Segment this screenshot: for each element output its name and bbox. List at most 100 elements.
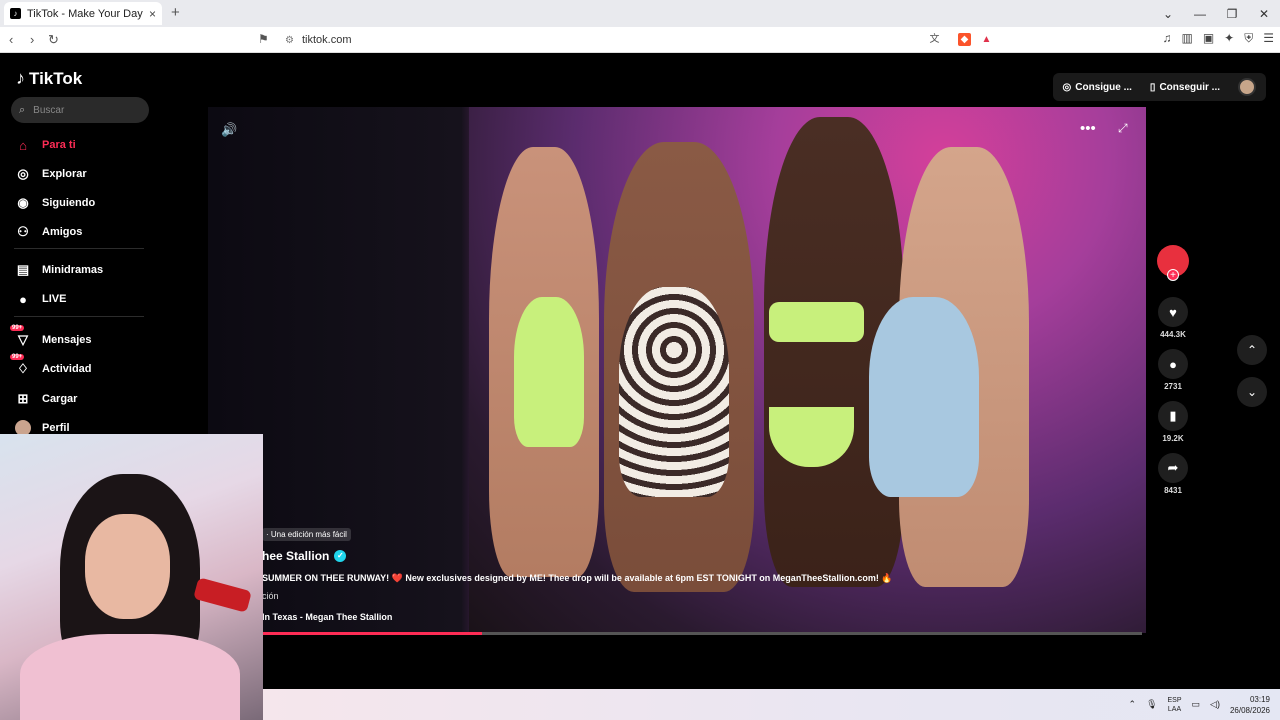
share-action[interactable]: ➦ 8431	[1158, 453, 1188, 495]
tiktok-note-icon: ♪	[16, 68, 25, 88]
sidebar-item-amigos[interactable]: ⚇ Amigos	[14, 222, 82, 242]
get-coins-label: Consigue ...	[1075, 81, 1132, 93]
get-app-label: Conseguir ...	[1159, 81, 1220, 93]
top-right-actions: ◎ Consigue ... ▯ Conseguir ...	[1052, 73, 1266, 101]
sidebar-item-label: Siguiendo	[42, 197, 96, 209]
tab-search-icon[interactable]: ⌄	[1152, 7, 1184, 21]
tiktok-favicon-icon: ♪	[10, 8, 21, 19]
clock-time: 03:19	[1249, 694, 1270, 704]
brave-shield-icon[interactable]: ◆	[958, 33, 971, 46]
follow-button[interactable]: +	[1167, 269, 1179, 281]
browser-tab-bar: ♪ TikTok - Make Your Day × + ⌄ — ❐ ✕	[0, 0, 1280, 27]
swimsuit-spiral	[619, 287, 729, 497]
chevron-up-icon: ⌃	[1246, 343, 1258, 357]
volume-icon[interactable]: 🔊	[221, 122, 237, 138]
video-frame[interactable]	[469, 107, 1146, 633]
reload-icon[interactable]: ↻	[48, 32, 59, 48]
sidebar-item-live[interactable]: ● LIVE	[14, 289, 66, 309]
edit-tag[interactable]: · Una edición más fácil	[262, 528, 351, 541]
url-field[interactable]: ⚙ tiktok.com	[285, 31, 1000, 49]
see-more-link[interactable]: ción	[262, 591, 279, 601]
tiktok-logo[interactable]: ♪ TikTok	[16, 68, 82, 89]
back-icon[interactable]: ‹	[9, 32, 13, 47]
get-coins-button[interactable]: ◎ Consigue ...	[1063, 82, 1132, 93]
wallet-icon[interactable]: ▣	[1203, 31, 1214, 46]
video-author[interactable]: hee Stallion ✓	[262, 549, 347, 563]
menu-icon[interactable]: ☰	[1263, 31, 1274, 46]
minimize-button[interactable]: —	[1184, 7, 1216, 21]
video-progress-fill	[262, 632, 482, 635]
share-icon[interactable]: ➦	[1158, 453, 1188, 483]
fullscreen-icon[interactable]: ⤢	[1118, 121, 1128, 136]
brave-rewards-icon[interactable]: ▲	[980, 33, 993, 46]
search-placeholder: Buscar	[33, 104, 65, 116]
sidebar-item-label: Amigos	[42, 226, 83, 238]
comment-icon[interactable]: ●	[1158, 349, 1188, 379]
like-action[interactable]: ♥ 444.3K	[1158, 297, 1188, 339]
site-info-icon[interactable]: ⚙	[285, 35, 294, 46]
tray-chevron-icon[interactable]: ⌃	[1129, 699, 1137, 710]
like-count: 444.3K	[1160, 330, 1186, 339]
bookmark-icon[interactable]: ⚑	[258, 32, 269, 46]
new-tab-button[interactable]: +	[171, 4, 180, 21]
network-icon[interactable]: ▭	[1192, 699, 1201, 710]
translate-icon[interactable]: 文	[928, 33, 941, 46]
get-app-button[interactable]: ▯ Conseguir ...	[1150, 82, 1220, 93]
browser-toolbar: ♫ ▥ ▣ ✦ ⛨ ☰	[1162, 31, 1274, 46]
lang-top: ESP	[1167, 696, 1182, 704]
sidebar-item-mensajes[interactable]: ▽ 99+ Mensajes	[10, 325, 92, 350]
close-window-button[interactable]: ✕	[1248, 7, 1280, 21]
sidebar-item-explorar[interactable]: ◎ Explorar	[14, 164, 86, 184]
sidebar-item-minidramas[interactable]: ▤ Minidramas	[14, 260, 103, 280]
leo-ai-icon[interactable]: ✦	[1224, 31, 1234, 46]
save-action[interactable]: ▮ 19.2K	[1158, 401, 1188, 443]
sidebar-item-actividad[interactable]: ♢ 99+ Actividad	[10, 354, 92, 379]
coin-icon: ◎	[1062, 81, 1072, 93]
sidebar-item-label: Mensajes	[42, 334, 92, 346]
user-avatar[interactable]	[1238, 78, 1256, 96]
swimsuit-green	[514, 297, 584, 447]
search-input[interactable]: ⌕ Buscar	[11, 97, 149, 123]
os-taskbar: ⌃ 🎙 ESP LAA ▭ ◁) 03:19 26/08/2026	[263, 689, 1280, 720]
chevron-down-icon: ⌄	[1246, 385, 1258, 399]
upload-icon: ⊞	[17, 391, 29, 406]
search-icon: ⌕	[19, 103, 26, 116]
logo-text: TikTok	[29, 68, 83, 88]
sidebar-item-siguiendo[interactable]: ◉ Siguiendo	[14, 193, 95, 213]
bookmark-icon[interactable]: ▮	[1158, 401, 1188, 431]
vpn-icon[interactable]: ⛨	[1244, 31, 1253, 46]
maximize-button[interactable]: ❐	[1216, 7, 1248, 21]
address-bar: ‹ › ↻ ⚑ ⚙ tiktok.com 文 ◆ ▲ ♫ ▥ ▣ ✦ ⛨ ☰	[0, 27, 1280, 53]
next-video-button[interactable]: ⌄	[1237, 377, 1267, 407]
more-options-icon[interactable]: •••	[1080, 120, 1096, 137]
compass-icon: ◎	[17, 166, 29, 181]
speaker-icon[interactable]: ◁)	[1210, 699, 1220, 710]
sidebar-item-label: Actividad	[42, 363, 92, 375]
sidebar-item-para-ti[interactable]: ⌂ Para ti	[14, 135, 76, 155]
heart-icon[interactable]: ♥	[1158, 297, 1188, 327]
video-description: SUMMER ON THEE RUNWAY! ❤️ New exclusives…	[262, 573, 893, 583]
forward-icon[interactable]: ›	[30, 32, 34, 47]
comment-action[interactable]: ● 2731	[1158, 349, 1188, 391]
video-progress-bar[interactable]	[262, 632, 1142, 635]
system-tray: ⌃ 🎙 ESP LAA ▭ ◁) 03:19 26/08/2026	[1129, 689, 1270, 720]
film-icon: ▤	[16, 262, 30, 277]
media-icon[interactable]: ♫	[1162, 31, 1171, 46]
messages-icon: ▽ 99+	[10, 325, 28, 347]
messages-badge: 99+	[10, 325, 25, 331]
language-indicator[interactable]: ESP LAA	[1168, 696, 1182, 714]
sidebar-item-label: LIVE	[42, 293, 67, 305]
browser-tab[interactable]: ♪ TikTok - Make Your Day ×	[4, 2, 162, 25]
previous-video-button[interactable]: ⌃	[1237, 335, 1267, 365]
clock[interactable]: 03:19 26/08/2026	[1230, 694, 1270, 716]
sidebar-item-label: Cargar	[42, 393, 78, 405]
music-link[interactable]: In Texas - Megan Thee Stallion	[262, 612, 392, 622]
activity-icon: ♢ 99+	[10, 354, 29, 376]
sidebar-icon[interactable]: ▥	[1181, 31, 1192, 46]
sidebar-item-label: Minidramas	[42, 264, 104, 276]
sidebar-item-label: Perfil	[42, 422, 70, 434]
sidebar-item-cargar[interactable]: ⊞ Cargar	[14, 389, 78, 409]
microphone-icon	[193, 577, 252, 613]
close-tab-icon[interactable]: ×	[149, 7, 156, 21]
mic-tray-icon[interactable]: 🎙	[1146, 699, 1157, 710]
